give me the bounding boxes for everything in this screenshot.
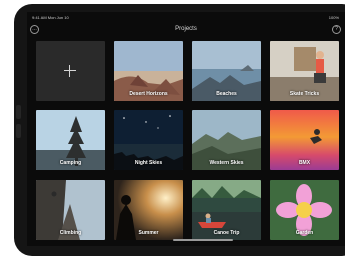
project-title: Night Skies [134, 160, 163, 166]
status-battery: 100% [328, 15, 339, 20]
page-title: Projects [175, 26, 197, 32]
project-title: Beaches [216, 91, 237, 97]
project-tile-western-skies[interactable]: Western Skies [192, 110, 261, 170]
ipad-screen: 9:41 AM Mon Jun 10 100% … Projects ? Des… [27, 12, 345, 246]
new-project-button[interactable] [36, 41, 105, 101]
status-time: 9:41 AM Mon Jun 10 [32, 15, 69, 20]
project-title: Western Skies [209, 160, 244, 166]
plus-icon [64, 65, 76, 77]
project-tile-skate-tricks[interactable]: Skate Tricks [270, 41, 339, 101]
project-tile-summer[interactable]: Summer [114, 180, 183, 240]
project-tile-garden[interactable]: Garden [270, 180, 339, 240]
project-title: Camping [59, 160, 82, 166]
project-title: Canoe Trip [213, 230, 240, 236]
project-title: Summer [138, 230, 159, 236]
nav-bar: … Projects ? [27, 23, 345, 37]
side-button [16, 105, 21, 119]
project-tile-canoe-trip[interactable]: Canoe Trip [192, 180, 261, 240]
project-title: Garden [295, 230, 314, 236]
help-circle-icon[interactable]: ? [332, 25, 341, 34]
project-title: BMX [298, 160, 311, 166]
project-tile-desert-horizons[interactable]: Desert Horizons [114, 41, 183, 101]
project-tile-beaches[interactable]: Beaches [192, 41, 261, 101]
project-tile-bmx[interactable]: BMX [270, 110, 339, 170]
project-tile-climbing[interactable]: Climbing [36, 180, 105, 240]
home-indicator[interactable] [173, 239, 233, 241]
side-button [16, 124, 21, 138]
project-title: Desert Horizons [129, 91, 168, 97]
projects-grid: Desert Horizons Beaches Skate Tricks Cam… [27, 41, 345, 246]
project-title: Climbing [59, 230, 82, 236]
project-title: Skate Tricks [289, 91, 320, 97]
project-tile-camping[interactable]: Camping [36, 110, 105, 170]
status-bar: 9:41 AM Mon Jun 10 100% [27, 12, 345, 22]
project-tile-night-skies[interactable]: Night Skies [114, 110, 183, 170]
